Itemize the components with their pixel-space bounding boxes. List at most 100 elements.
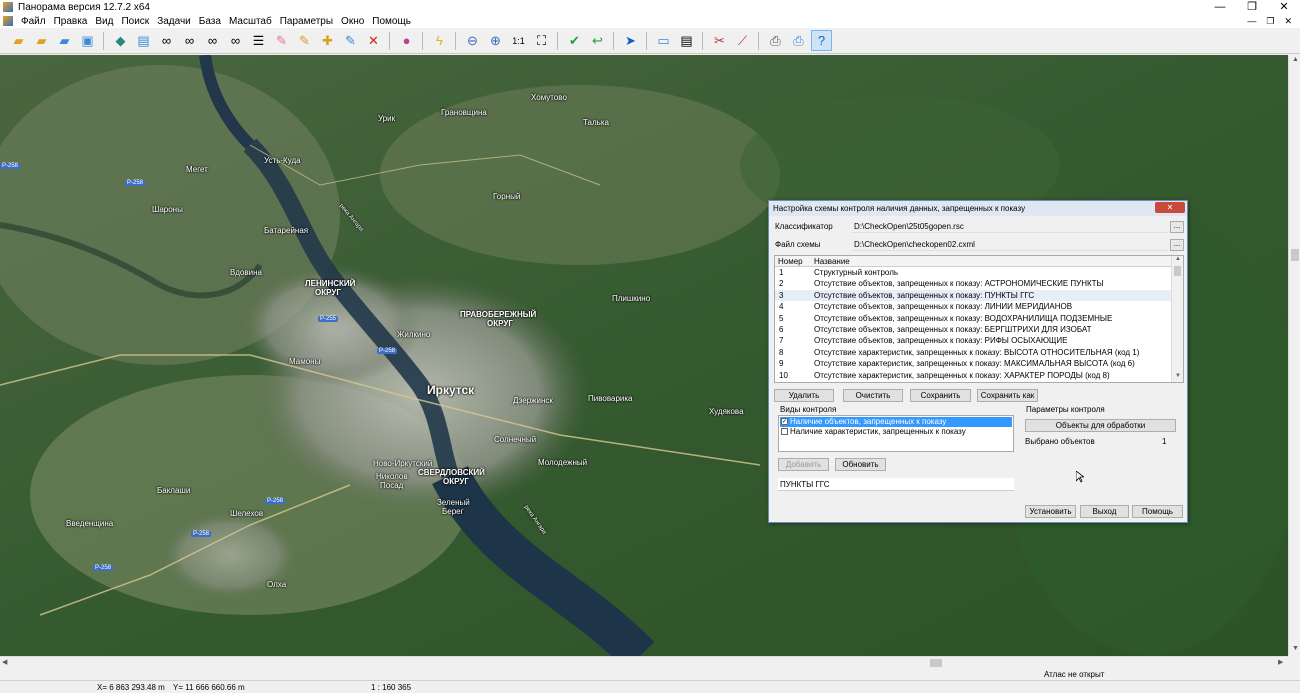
mdi-minimize-button[interactable]: —: [1247, 14, 1256, 28]
select-window-icon[interactable]: ▭: [653, 30, 674, 51]
status-bar: X= 6 863 293.48 m Y= 11 666 660.66 m 1 :…: [0, 680, 1300, 693]
scheme-name-input[interactable]: ПУНКТЫ ГГС: [778, 478, 1014, 491]
table-row[interactable]: 1 Структурный контроль: [775, 267, 1172, 278]
scheme-file-field[interactable]: D:\CheckOpen\checkopen02.cxml: [852, 238, 1168, 251]
table-row[interactable]: 5 Отсутствие объектов, запрещенных к пока…: [775, 313, 1172, 324]
minimize-button[interactable]: —: [1204, 0, 1236, 14]
menu-parameters[interactable]: Параметры: [276, 16, 337, 27]
exit-button[interactable]: Выход: [1080, 505, 1129, 518]
lightning-icon[interactable]: ϟ: [429, 30, 450, 51]
select-object-icon[interactable]: ✎: [271, 30, 292, 51]
ruler-icon[interactable]: ⟋: [732, 30, 753, 51]
menu-scale[interactable]: Масштаб: [225, 16, 276, 27]
map-label: Усть-Куда: [264, 156, 301, 165]
context-help-icon[interactable]: ?: [811, 30, 832, 51]
mouse-cursor-icon: [1076, 471, 1084, 483]
vertical-scrollbar[interactable]: ▲ ▼: [1288, 55, 1300, 656]
menu-database[interactable]: База: [195, 16, 225, 27]
binoculars-area-icon[interactable]: ∞: [179, 30, 200, 51]
map-label: Ново-Иркутский: [373, 459, 433, 468]
checkbox[interactable]: ✓: [781, 418, 788, 425]
scroll-down-icon[interactable]: ▼: [1175, 373, 1181, 379]
table-scroll-thumb[interactable]: [1174, 266, 1181, 276]
list-icon[interactable]: ☰: [248, 30, 269, 51]
control-type-item[interactable]: ✓ Наличие объектов, запрещенных к показу: [780, 417, 1012, 427]
add-object-icon[interactable]: ✚: [317, 30, 338, 51]
mdi-restore-button[interactable]: ❐: [1266, 14, 1274, 28]
menu-tasks[interactable]: Задачи: [153, 16, 195, 27]
table-row[interactable]: 8 Отсутствие характеристик, запрещенных к…: [775, 347, 1172, 358]
dialog-close-button[interactable]: ✕: [1155, 202, 1185, 213]
print-icon[interactable]: ⎙: [765, 30, 786, 51]
zoom-in-icon[interactable]: ⊕: [485, 30, 506, 51]
toolbar-separator: [557, 31, 561, 50]
checkmark-icon[interactable]: ✔: [564, 30, 585, 51]
table-row-selected[interactable]: 3 Отсутствие объектов, запрещенных к пока…: [775, 289, 1172, 302]
mdi-close-button[interactable]: ✕: [1284, 14, 1292, 28]
classifier-field[interactable]: D:\CheckOpen\25t05gopen.rsc: [852, 220, 1168, 233]
menu-file[interactable]: Файл: [17, 16, 50, 27]
menu-edit[interactable]: Правка: [50, 16, 92, 27]
scroll-up-icon[interactable]: ▲: [1175, 256, 1181, 262]
binoculars-next-icon[interactable]: ∞: [202, 30, 223, 51]
menu-view[interactable]: Вид: [91, 16, 117, 27]
palette-icon[interactable]: ●: [396, 30, 417, 51]
delete-object-icon[interactable]: ✕: [363, 30, 384, 51]
table-row[interactable]: 9 Отсутствие характеристик, запрещенных к…: [775, 358, 1172, 369]
refresh-button[interactable]: Обновить: [835, 458, 886, 471]
map-label: Дзержинск: [513, 396, 553, 405]
maximize-button[interactable]: ❐: [1236, 0, 1268, 14]
scheme-browse-button[interactable]: ...: [1170, 239, 1184, 251]
clear-button[interactable]: Очистить: [843, 389, 903, 402]
vertical-scroll-thumb[interactable]: [1291, 249, 1299, 261]
zoom-out-icon[interactable]: ⊖: [462, 30, 483, 51]
horizontal-scroll-thumb[interactable]: [930, 659, 942, 667]
menu-search[interactable]: Поиск: [117, 16, 153, 27]
scroll-right-icon[interactable]: ▶: [1278, 658, 1283, 666]
help-button[interactable]: Помощь: [1132, 505, 1183, 518]
return-icon[interactable]: ↩: [587, 30, 608, 51]
close-button[interactable]: ✕: [1268, 0, 1300, 14]
table-row[interactable]: 2 Отсутствие объектов, запрещенных к пока…: [775, 278, 1172, 289]
edit-object-icon[interactable]: ✎: [340, 30, 361, 51]
fit-all-icon[interactable]: ⛶: [531, 30, 552, 51]
column-name[interactable]: Название: [814, 257, 850, 266]
clipboard-icon[interactable]: ▤: [676, 30, 697, 51]
scroll-left-icon[interactable]: ◀: [2, 658, 7, 666]
table-row[interactable]: 10 Отсутствие характеристик, запрещенных …: [775, 370, 1172, 381]
table-row[interactable]: 7 Отсутствие объектов, запрещенных к пока…: [775, 335, 1172, 346]
open-folder-icon[interactable]: ▰: [8, 30, 29, 51]
select-area-icon[interactable]: ✎: [294, 30, 315, 51]
toolbar-separator: [422, 31, 426, 50]
control-type-item[interactable]: Наличие характеристик, запрещенных к пок…: [780, 427, 1012, 437]
table-row[interactable]: 4 Отсутствие объектов, запрещенных к пока…: [775, 301, 1172, 312]
classifier-browse-button[interactable]: ...: [1170, 221, 1184, 233]
binoculars-prev-icon[interactable]: ∞: [225, 30, 246, 51]
print-preview-icon[interactable]: ⎙: [788, 30, 809, 51]
menu-help[interactable]: Помощь: [368, 16, 415, 27]
layer-list-icon[interactable]: ▤: [133, 30, 154, 51]
table-scrollbar[interactable]: ▲ ▼: [1171, 256, 1183, 382]
menu-window[interactable]: Окно: [337, 16, 368, 27]
delete-button[interactable]: Удалить: [774, 389, 834, 402]
checkbox[interactable]: [781, 428, 788, 435]
scroll-up-icon[interactable]: ▲: [1292, 56, 1299, 63]
zoom-one-to-one-button[interactable]: 1:1: [508, 30, 529, 51]
install-button[interactable]: Установить: [1025, 505, 1076, 518]
layers-icon[interactable]: ◆: [110, 30, 131, 51]
control-type-label: Наличие характеристик, запрещенных к пок…: [790, 427, 966, 436]
save-as-button[interactable]: Сохранить как: [977, 389, 1038, 402]
save-button[interactable]: Сохранить: [910, 389, 971, 402]
table-row[interactable]: 6 Отсутствие объектов, запрещенных к пока…: [775, 324, 1172, 335]
document-icon[interactable]: [3, 16, 13, 26]
open-map-icon[interactable]: ▰: [54, 30, 75, 51]
column-number[interactable]: Номер: [778, 257, 803, 266]
measure-icon[interactable]: ✂: [709, 30, 730, 51]
scroll-down-icon[interactable]: ▼: [1292, 645, 1299, 652]
cursor-icon[interactable]: ➤: [620, 30, 641, 51]
map-list-icon[interactable]: ▣: [77, 30, 98, 51]
objects-for-processing-button[interactable]: Объекты для обработки: [1025, 419, 1176, 432]
horizontal-scrollbar[interactable]: ◀ ▶: [0, 656, 1288, 668]
binoculars-icon[interactable]: ∞: [156, 30, 177, 51]
open-data-icon[interactable]: ▰: [31, 30, 52, 51]
